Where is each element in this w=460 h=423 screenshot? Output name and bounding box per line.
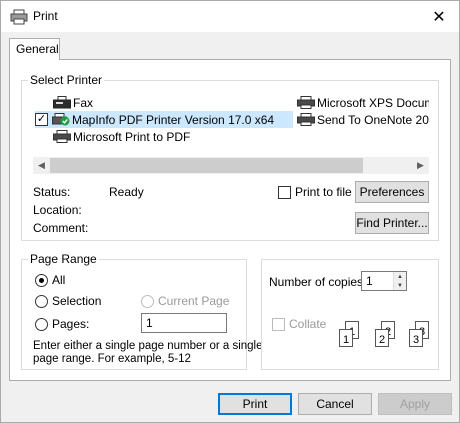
radio-all[interactable]: All <box>35 273 65 287</box>
radio-current-page[interactable]: Current Page <box>141 294 229 308</box>
apply-button[interactable]: Apply <box>378 393 452 415</box>
print-button[interactable]: Print <box>218 393 292 415</box>
fax-icon <box>53 96 71 109</box>
chevron-left-icon[interactable]: ◀ <box>33 157 50 174</box>
copies-spinner[interactable]: ▲ ▼ <box>393 272 406 290</box>
print-dialog: Print ✕ General Select Printer Fax ✓ Map… <box>0 0 460 423</box>
radio-selection-label: Selection <box>52 294 102 308</box>
checkbox-checked-icon: ✓ <box>35 113 48 126</box>
radio-pages-label: Pages: <box>52 317 90 331</box>
printer-name: MapInfo PDF Printer Version 17.0 x64 <box>72 112 275 127</box>
checkbox-disabled-icon <box>272 317 285 331</box>
status-value: Ready <box>109 185 144 199</box>
printer-icon <box>10 9 28 25</box>
status-label: Status: <box>33 185 71 199</box>
printer-icon <box>297 96 315 109</box>
spin-up-icon[interactable]: ▲ <box>394 272 406 281</box>
cancel-button[interactable]: Cancel <box>298 393 372 415</box>
collate-page: 1 <box>339 329 353 347</box>
copies-label: Number of copies: <box>269 275 367 289</box>
page-range-hint-1: Enter either a single page number or a s… <box>33 340 263 352</box>
scrollbar-thumb[interactable] <box>50 158 363 173</box>
radio-pages[interactable]: Pages: <box>35 317 89 331</box>
page-range-legend: Page Range <box>30 252 97 266</box>
printer-item-xps[interactable]: Microsoft XPS Docum <box>297 94 429 111</box>
printer-item-print-to-pdf[interactable]: Microsoft Print to PDF <box>53 128 190 145</box>
find-printer-button[interactable]: Find Printer... <box>355 212 429 234</box>
radio-selection[interactable]: Selection <box>35 294 101 308</box>
printer-item-onenote[interactable]: Send To OneNote 201 <box>297 111 429 128</box>
collate-pages-icon: 1 1 2 2 3 3 <box>331 321 431 353</box>
spin-down-icon[interactable]: ▼ <box>394 281 406 290</box>
print-to-file-label: Print to file <box>295 185 352 199</box>
printer-name: Send To OneNote 201 <box>317 112 429 127</box>
select-printer-legend: Select Printer <box>30 73 103 87</box>
collate-checkbox[interactable]: Collate <box>272 317 326 331</box>
printer-name: Fax <box>73 95 94 110</box>
radio-unselected-icon <box>35 317 48 331</box>
preferences-button[interactable]: Preferences <box>355 181 429 203</box>
printer-icon <box>297 113 315 126</box>
window-title: Print <box>33 9 58 23</box>
collate-page: 2 <box>375 329 389 347</box>
title-bar: Print ✕ <box>1 1 459 32</box>
printer-default-icon <box>52 113 70 126</box>
collate-page: 3 <box>409 329 423 347</box>
radio-disabled-icon <box>141 294 154 308</box>
printer-name: Microsoft XPS Docum <box>317 95 429 110</box>
printer-list-scrollbar[interactable]: ◀ ▶ <box>33 157 429 174</box>
checkbox-unchecked-icon <box>278 185 291 199</box>
copies-value: 1 <box>366 274 373 288</box>
close-button[interactable]: ✕ <box>419 1 459 32</box>
location-label: Location: <box>33 203 82 217</box>
radio-unselected-icon <box>35 294 48 308</box>
comment-label: Comment: <box>33 221 89 235</box>
close-icon: ✕ <box>432 8 446 26</box>
page-range-hint-2: page range. For example, 5-12 <box>33 353 191 365</box>
radio-all-label: All <box>52 273 66 287</box>
radio-selected-icon <box>35 273 48 287</box>
chevron-right-icon[interactable]: ▶ <box>412 157 429 174</box>
printer-icon <box>53 130 71 143</box>
printer-item-fax[interactable]: Fax <box>53 94 93 111</box>
copies-input[interactable]: 1 ▲ ▼ <box>361 271 407 291</box>
collate-label: Collate <box>289 317 327 331</box>
radio-current-page-label: Current Page <box>158 294 230 308</box>
tab-general-label: General <box>16 42 59 56</box>
pages-input[interactable]: 1 <box>141 313 227 333</box>
printer-name: Microsoft Print to PDF <box>73 129 191 144</box>
print-to-file-checkbox[interactable]: Print to file <box>278 185 352 199</box>
printer-item-mapinfo[interactable]: ✓ MapInfo PDF Printer Version 17.0 x64 <box>35 111 293 128</box>
tab-general[interactable]: General <box>9 38 60 60</box>
